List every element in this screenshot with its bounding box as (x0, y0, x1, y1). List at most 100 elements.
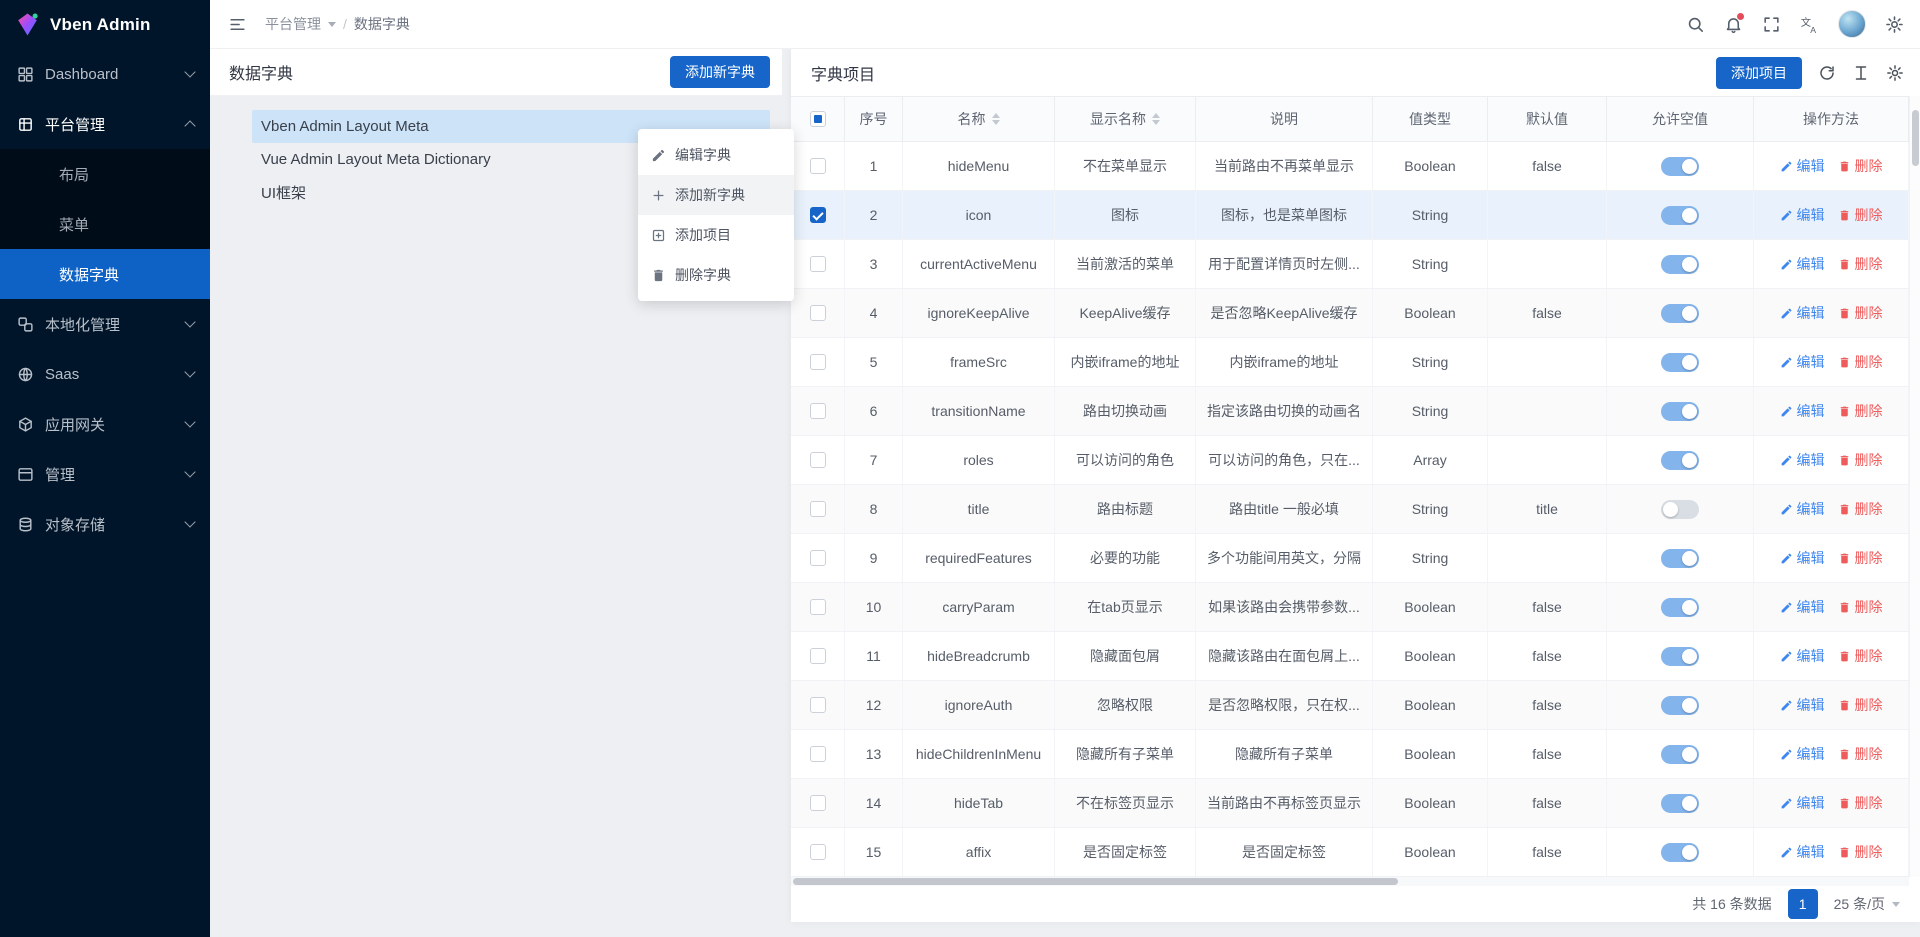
column-header-display[interactable]: 显示名称 (1055, 97, 1196, 141)
nullable-toggle[interactable] (1661, 451, 1699, 470)
row-checkbox[interactable] (810, 354, 826, 370)
row-checkbox[interactable] (810, 403, 826, 419)
row-checkbox[interactable] (810, 158, 826, 174)
logo[interactable]: Vben Admin (0, 0, 210, 49)
delete-button[interactable]: 删除 (1838, 499, 1883, 519)
edit-button[interactable]: 编辑 (1780, 254, 1825, 274)
table-row-carryParam[interactable]: 10 carryParam 在tab页显示 如果该路由会携带参数... Bool… (791, 583, 1909, 632)
edit-button[interactable]: 编辑 (1780, 793, 1825, 813)
sidebar-item-menu[interactable]: 菜单 (0, 199, 210, 249)
delete-button[interactable]: 删除 (1838, 401, 1883, 421)
sidebar-item-dashboard[interactable]: Dashboard (0, 49, 210, 99)
delete-button[interactable]: 删除 (1838, 450, 1883, 470)
notification-bell-icon[interactable] (1724, 15, 1743, 34)
nullable-toggle[interactable] (1661, 402, 1699, 421)
edit-button[interactable]: 编辑 (1780, 744, 1825, 764)
context-menu-add-dict[interactable]: 添加新字典 (638, 175, 794, 215)
table-row-title[interactable]: 8 title 路由标题 路由title 一般必填 String title 编… (791, 485, 1909, 534)
table-row-hideBreadcrumb[interactable]: 11 hideBreadcrumb 隐藏面包屑 隐藏该路由在面包屑上... Bo… (791, 632, 1909, 681)
sort-icon[interactable] (1152, 113, 1160, 125)
row-checkbox[interactable] (810, 305, 826, 321)
table-row-ignoreAuth[interactable]: 12 ignoreAuth 忽略权限 是否忽略权限，只在权... Boolean… (791, 681, 1909, 730)
nullable-toggle[interactable] (1661, 255, 1699, 274)
row-checkbox[interactable] (810, 697, 826, 713)
horizontal-scroll-thumb[interactable] (793, 878, 1398, 885)
delete-button[interactable]: 删除 (1838, 793, 1883, 813)
table-row-icon[interactable]: 2 icon 图标 图标，也是菜单图标 String 编辑 删除 (791, 191, 1909, 240)
table-row-ignoreKeepAlive[interactable]: 4 ignoreKeepAlive KeepAlive缓存 是否忽略KeepAl… (791, 289, 1909, 338)
pagination-page-1[interactable]: 1 (1788, 889, 1818, 919)
user-avatar[interactable] (1838, 10, 1866, 38)
table-row-hideMenu[interactable]: 1 hideMenu 不在菜单显示 当前路由不再菜单显示 Boolean fal… (791, 142, 1909, 191)
nullable-toggle[interactable] (1661, 843, 1699, 862)
table-row-transitionName[interactable]: 6 transitionName 路由切换动画 指定该路由切换的动画名 Stri… (791, 387, 1909, 436)
table-row-affix[interactable]: 15 affix 是否固定标签 是否固定标签 Boolean false 编辑 … (791, 828, 1909, 877)
table-row-frameSrc[interactable]: 5 frameSrc 内嵌iframe的地址 内嵌iframe的地址 Strin… (791, 338, 1909, 387)
nullable-toggle[interactable] (1661, 157, 1699, 176)
edit-button[interactable]: 编辑 (1780, 499, 1825, 519)
row-checkbox[interactable] (810, 795, 826, 811)
sidebar-item-object-storage[interactable]: 对象存储 (0, 499, 210, 549)
delete-button[interactable]: 删除 (1838, 303, 1883, 323)
table-row-currentActiveMenu[interactable]: 3 currentActiveMenu 当前激活的菜单 用于配置详情页时左侧..… (791, 240, 1909, 289)
delete-button[interactable]: 删除 (1838, 352, 1883, 372)
sidebar-item-management[interactable]: 管理 (0, 449, 210, 499)
table-row-hideTab[interactable]: 14 hideTab 不在标签页显示 当前路由不再标签页显示 Boolean f… (791, 779, 1909, 828)
nullable-toggle[interactable] (1661, 304, 1699, 323)
row-checkbox[interactable] (810, 550, 826, 566)
edit-button[interactable]: 编辑 (1780, 401, 1825, 421)
nullable-toggle[interactable] (1661, 598, 1699, 617)
context-menu-add-item[interactable]: 添加项目 (638, 215, 794, 255)
refresh-icon[interactable] (1818, 64, 1836, 82)
settings-gear-icon[interactable] (1885, 15, 1904, 34)
table-row-roles[interactable]: 7 roles 可以访问的角色 可以访问的角色，只在... Array 编辑 删… (791, 436, 1909, 485)
nullable-toggle[interactable] (1661, 696, 1699, 715)
delete-button[interactable]: 删除 (1838, 842, 1883, 862)
row-checkbox[interactable] (810, 256, 826, 272)
search-icon[interactable] (1686, 15, 1705, 34)
row-checkbox[interactable] (810, 599, 826, 615)
edit-button[interactable]: 编辑 (1780, 205, 1825, 225)
sidebar-item-data-dict[interactable]: 数据字典 (0, 249, 210, 299)
edit-button[interactable]: 编辑 (1780, 450, 1825, 470)
column-header-name[interactable]: 名称 (903, 97, 1055, 141)
table-horizontal-scrollbar[interactable] (791, 877, 1909, 886)
context-menu-edit-dict[interactable]: 编辑字典 (638, 135, 794, 175)
column-settings-icon[interactable] (1886, 64, 1904, 82)
row-checkbox[interactable] (810, 207, 826, 223)
nullable-toggle[interactable] (1661, 206, 1699, 225)
delete-button[interactable]: 删除 (1838, 548, 1883, 568)
sort-icon[interactable] (992, 113, 1000, 125)
nullable-toggle[interactable] (1661, 549, 1699, 568)
select-all-checkbox[interactable] (810, 111, 826, 127)
row-checkbox[interactable] (810, 648, 826, 664)
sidebar-item-layout[interactable]: 布局 (0, 149, 210, 199)
nullable-toggle[interactable] (1661, 745, 1699, 764)
table-vertical-scrollbar[interactable] (1909, 96, 1920, 877)
edit-button[interactable]: 编辑 (1780, 548, 1825, 568)
add-dictionary-button[interactable]: 添加新字典 (670, 56, 770, 88)
breadcrumb-parent[interactable]: 平台管理 (265, 14, 321, 34)
row-height-icon[interactable] (1852, 64, 1870, 82)
translate-icon[interactable]: 文A (1800, 15, 1819, 34)
nullable-toggle[interactable] (1661, 794, 1699, 813)
nullable-toggle[interactable] (1661, 500, 1699, 519)
delete-button[interactable]: 删除 (1838, 744, 1883, 764)
sidebar-item-gateway[interactable]: 应用网关 (0, 399, 210, 449)
row-checkbox[interactable] (810, 844, 826, 860)
sidebar-item-saas[interactable]: Saas (0, 349, 210, 399)
edit-button[interactable]: 编辑 (1780, 352, 1825, 372)
row-checkbox[interactable] (810, 501, 826, 517)
edit-button[interactable]: 编辑 (1780, 695, 1825, 715)
nullable-toggle[interactable] (1661, 647, 1699, 666)
table-row-hideChildrenInMenu[interactable]: 13 hideChildrenInMenu 隐藏所有子菜单 隐藏所有子菜单 Bo… (791, 730, 1909, 779)
delete-button[interactable]: 删除 (1838, 205, 1883, 225)
delete-button[interactable]: 删除 (1838, 597, 1883, 617)
delete-button[interactable]: 删除 (1838, 646, 1883, 666)
edit-button[interactable]: 编辑 (1780, 156, 1825, 176)
nullable-toggle[interactable] (1661, 353, 1699, 372)
edit-button[interactable]: 编辑 (1780, 303, 1825, 323)
edit-button[interactable]: 编辑 (1780, 597, 1825, 617)
delete-button[interactable]: 删除 (1838, 254, 1883, 274)
edit-button[interactable]: 编辑 (1780, 842, 1825, 862)
